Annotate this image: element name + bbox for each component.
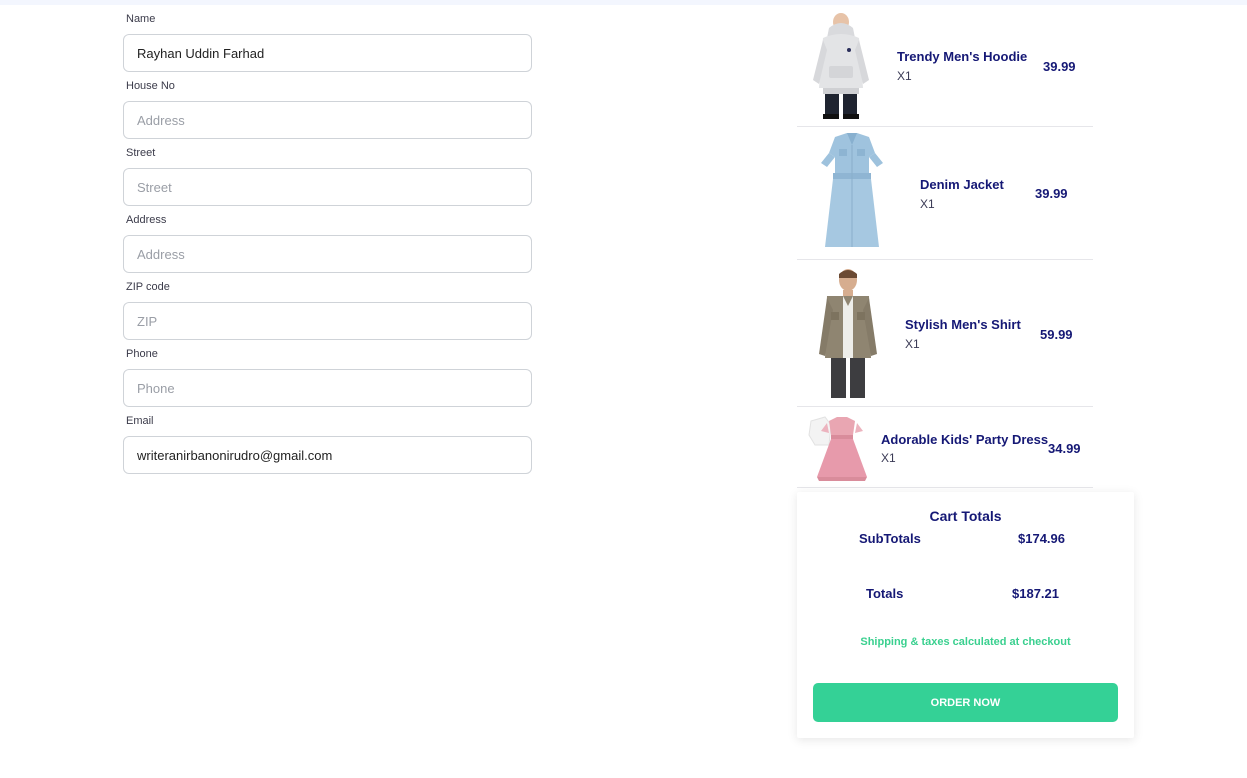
zip-label: ZIP code <box>126 281 170 293</box>
phone-label: Phone <box>126 348 158 360</box>
cart-item-name: Trendy Men's Hoodie <box>897 49 1028 64</box>
zip-field-group: ZIP code <box>123 280 532 347</box>
hoodie-image <box>813 13 869 119</box>
cart-item-name: Denim Jacket <box>920 177 1004 192</box>
name-label: Name <box>126 13 156 25</box>
address-input[interactable] <box>123 235 532 273</box>
total-value: $187.21 <box>1012 586 1059 601</box>
cart-item-price: 59.99 <box>1040 327 1073 342</box>
shirt-jacket-image <box>819 269 877 398</box>
street-field-group: Street <box>123 146 532 213</box>
cart-item-price: 39.99 <box>1035 186 1068 201</box>
cart-item-qty: X1 <box>905 337 920 351</box>
house-no-input[interactable] <box>123 101 532 139</box>
cart-items-list: Trendy Men's Hoodie X1 39.99 Denim Jacke… <box>797 0 1093 488</box>
cart-totals-card: Cart Totals SubTotals $174.96 Totals $18… <box>797 492 1134 738</box>
phone-field-group: Phone <box>123 347 532 414</box>
cart-item-price: 39.99 <box>1043 59 1076 74</box>
cart-totals-title: Cart Totals <box>929 508 1002 524</box>
kids-dress-image <box>808 416 867 481</box>
total-label: Totals <box>866 586 904 601</box>
cart-item: Stylish Men's Shirt X1 59.99 <box>797 260 1093 407</box>
cart-item-name: Stylish Men's Shirt <box>905 317 1021 332</box>
email-field-group: Email <box>123 414 532 481</box>
street-label: Street <box>126 147 156 159</box>
street-input[interactable] <box>123 168 532 206</box>
address-label: Address <box>126 214 167 226</box>
zip-input[interactable] <box>123 302 532 340</box>
subtotal-label: SubTotals <box>859 531 921 546</box>
cart-item-qty: X1 <box>920 197 935 211</box>
shipping-note: Shipping & taxes calculated at checkout <box>860 636 1071 648</box>
order-now-button[interactable]: ORDER NOW <box>813 683 1118 722</box>
cart-item-qty: X1 <box>897 69 912 83</box>
name-field-group: Name <box>123 12 532 79</box>
email-input[interactable] <box>123 436 532 474</box>
email-label: Email <box>126 415 154 427</box>
phone-input[interactable] <box>123 369 532 407</box>
house-no-label: House No <box>126 80 175 92</box>
name-input[interactable] <box>123 34 532 72</box>
house-no-field-group: House No <box>123 79 532 146</box>
cart-item-price: 34.99 <box>1048 441 1081 456</box>
shipping-form: Name House No Street Address ZIP code Ph… <box>123 12 532 481</box>
denim-dress-image <box>821 133 883 247</box>
cart-item: Trendy Men's Hoodie X1 39.99 <box>797 0 1093 127</box>
cart-item-name: Adorable Kids' Party Dress <box>881 432 1049 447</box>
address-field-group: Address <box>123 213 532 280</box>
subtotal-value: $174.96 <box>1018 531 1065 546</box>
cart-item-qty: X1 <box>881 451 896 465</box>
cart-item: Denim Jacket X1 39.99 <box>797 127 1093 260</box>
cart-item: Adorable Kids' Party Dress X1 34.99 <box>797 407 1093 488</box>
